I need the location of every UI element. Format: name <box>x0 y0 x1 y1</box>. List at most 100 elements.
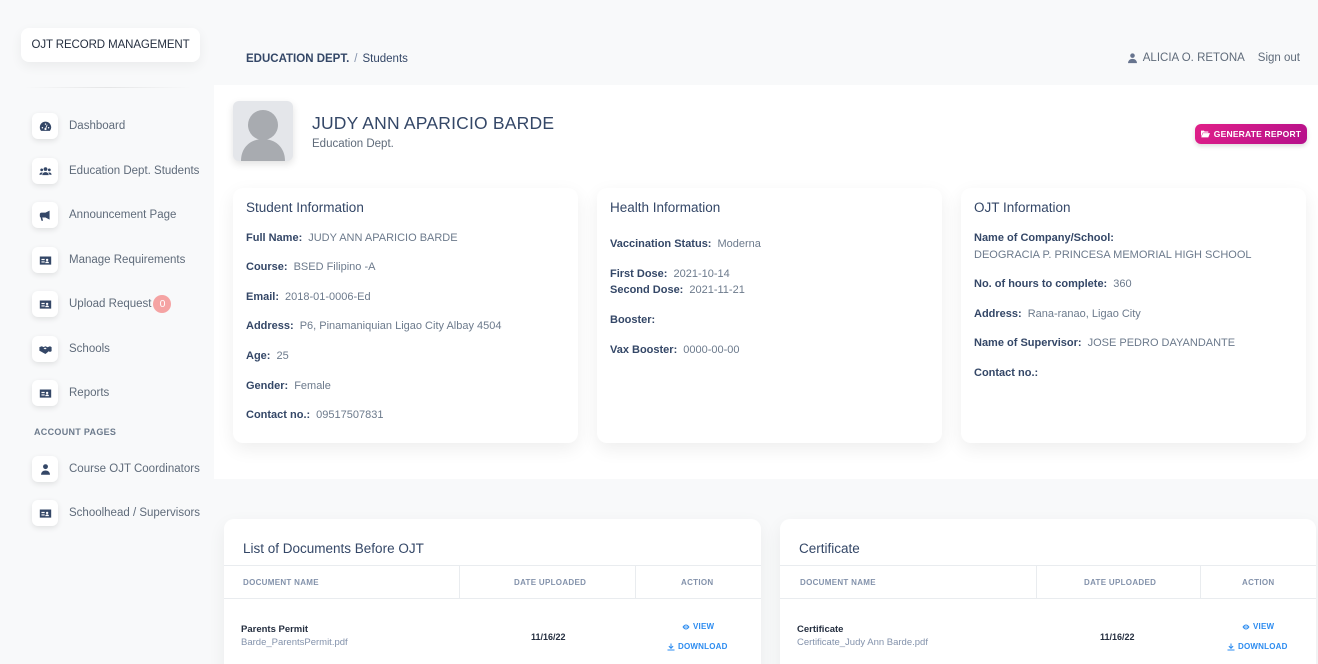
id-card-icon <box>32 291 58 317</box>
user-name[interactable]: ALICIA O. RETONA <box>1143 52 1245 64</box>
sidebar-item-education-dept-students[interactable]: Education Dept. Students <box>32 157 199 185</box>
field-email: Email: 2018-01-0006-Ed <box>246 291 371 303</box>
health-information-card: Health Information Vaccination Status: Mo… <box>597 188 942 443</box>
field-full-name: Full Name: JUDY ANN APARICIO BARDE <box>246 232 458 244</box>
field-booster: Booster: <box>610 314 661 326</box>
field-label: Full Name: <box>246 232 303 244</box>
document-filename: Barde_ParentsPermit.pdf <box>241 637 348 648</box>
student-information-card: Student Information Full Name: JUDY ANN A… <box>233 188 578 443</box>
column-divider <box>635 566 636 599</box>
field-supervisor: Name of Supervisor: JOSE PEDRO DAYANDANTE <box>974 337 1235 349</box>
field-value: 2021-11-21 <box>689 284 745 296</box>
breadcrumb-separator: / <box>354 53 358 65</box>
sidebar-item-reports[interactable]: Reports <box>32 379 109 407</box>
sidebar-item-dashboard[interactable]: Dashboard <box>32 112 125 140</box>
table-title: List of Documents Before OJT <box>243 541 424 556</box>
student-department: Education Dept. <box>312 138 394 150</box>
field-value: Rana-ranao, Ligao City <box>1027 308 1141 320</box>
field-value: Female <box>294 380 331 392</box>
col-document-name: DOCUMENT NAME <box>243 577 319 587</box>
table-title: Certificate <box>799 541 860 556</box>
field-label: Name of Company/School: <box>974 232 1114 244</box>
field-label: Contact no.: <box>974 367 1039 379</box>
field-second-dose: Second Dose: 2021-11-21 <box>610 284 745 296</box>
view-label: VIEW <box>1253 622 1275 631</box>
field-label: First Dose: <box>610 268 668 280</box>
sidebar-item-label: Manage Requirements <box>69 254 186 266</box>
sidebar-item-label: Schools <box>69 343 110 355</box>
sidebar-item-course-ojt-coordinators[interactable]: Course OJT Coordinators <box>32 455 200 483</box>
field-label: Vaccination Status: <box>610 238 712 250</box>
document-date: 11/16/22 <box>1100 632 1135 642</box>
field-value: JUDY ANN APARICIO BARDE <box>308 232 458 244</box>
field-value: 2021-10-14 <box>673 268 730 280</box>
field-vax-booster: Vax Booster: 0000-00-00 <box>610 344 740 356</box>
student-name: JUDY ANN APARICIO BARDE <box>312 113 555 133</box>
sign-out-link[interactable]: Sign out <box>1258 52 1300 64</box>
field-value: 25 <box>276 350 289 362</box>
download-icon <box>1227 643 1235 650</box>
generate-report-button[interactable]: GENERATE REPORT <box>1195 124 1307 144</box>
field-label: Vax Booster: <box>610 344 678 356</box>
upload-request-count-badge: 0 <box>153 295 172 313</box>
card-title: Student Information <box>246 200 364 215</box>
sidebar-item-announcement-page[interactable]: Announcement Page <box>32 201 176 229</box>
app-brand[interactable]: OJT RECORD MANAGEMENT <box>21 28 200 62</box>
account-pages-heading: ACCOUNT PAGES <box>34 427 117 437</box>
avatar <box>233 101 293 161</box>
sidebar-item-manage-requirements[interactable]: Manage Requirements <box>32 246 185 274</box>
table-header-row: DOCUMENT NAME DATE UPLOADED ACTION <box>224 565 761 599</box>
table-header-row: DOCUMENT NAME DATE UPLOADED ACTION <box>780 565 1316 599</box>
view-label: VIEW <box>693 622 715 631</box>
field-label: Email: <box>246 291 280 303</box>
id-card-icon <box>32 247 58 273</box>
field-label: Booster: <box>610 314 656 326</box>
field-address: Address: P6, Pinamaniquian Ligao City Alb… <box>246 320 502 332</box>
avatar-placeholder-icon <box>241 110 285 161</box>
field-value: JOSE PEDRO DAYANDANTE <box>1087 337 1236 349</box>
sidebar-item-label: Schoolhead / Supervisors <box>69 507 201 519</box>
field-label: Address: <box>974 308 1022 320</box>
sidebar-item-label: Announcement Page <box>69 209 177 221</box>
sidebar-item-upload-request[interactable]: Upload Request 0 <box>32 290 172 318</box>
field-vaccination-status: Vaccination Status: Moderna <box>610 238 761 250</box>
user-bar: ALICIA O. RETONA Sign out <box>1127 52 1300 64</box>
col-date-uploaded: DATE UPLOADED <box>514 577 587 587</box>
breadcrumb-current: Students <box>362 53 408 65</box>
eye-icon <box>682 624 690 629</box>
handshake-icon <box>32 336 58 362</box>
card-title: OJT Information <box>974 200 1071 215</box>
field-label: Gender: <box>246 380 289 392</box>
sidebar-item-label: Education Dept. Students <box>69 165 200 177</box>
sidebar-item-schoolhead-supervisors[interactable]: Schoolhead / Supervisors <box>32 499 200 527</box>
view-button[interactable]: VIEW <box>682 622 714 631</box>
field-value: 2018-01-0006-Ed <box>285 291 371 303</box>
breadcrumb-root[interactable]: EDUCATION DEPT. <box>246 53 349 65</box>
documents-before-ojt-card: List of Documents Before OJT DOCUMENT NA… <box>224 519 761 664</box>
field-value: 09517507831 <box>316 409 384 421</box>
download-label: DOWNLOAD <box>1238 642 1288 651</box>
field-label: Address: <box>246 320 294 332</box>
certificate-card: Certificate DOCUMENT NAME DATE UPLOADED … <box>780 519 1316 664</box>
sidebar-item-label: Reports <box>69 387 110 399</box>
megaphone-icon <box>32 202 58 228</box>
field-course: Course: BSED Filipino -A <box>246 261 375 273</box>
sidebar-item-label: Upload Request <box>69 298 152 310</box>
field-value: Moderna <box>717 238 761 250</box>
field-first-dose: First Dose: 2021-10-14 <box>610 268 730 280</box>
generate-report-label: GENERATE REPORT <box>1213 129 1302 139</box>
field-value: 360 <box>1113 278 1132 290</box>
sidebar-item-schools[interactable]: Schools <box>32 335 110 363</box>
column-divider <box>1200 566 1201 599</box>
dashboard-icon <box>32 113 58 139</box>
view-button[interactable]: VIEW <box>1242 622 1274 631</box>
card-title: Health Information <box>610 200 721 215</box>
col-date-uploaded: DATE UPLOADED <box>1084 577 1157 587</box>
download-button[interactable]: DOWNLOAD <box>667 642 728 651</box>
download-label: DOWNLOAD <box>678 642 728 651</box>
col-document-name: DOCUMENT NAME <box>800 577 876 587</box>
download-button[interactable]: DOWNLOAD <box>1227 642 1288 651</box>
col-action: ACTION <box>681 577 714 587</box>
sidebar-item-label: Course OJT Coordinators <box>69 463 200 475</box>
folder-open-icon <box>1200 130 1210 138</box>
